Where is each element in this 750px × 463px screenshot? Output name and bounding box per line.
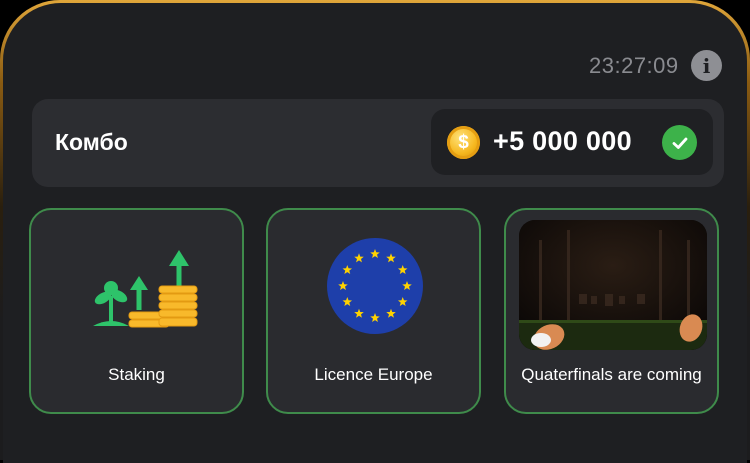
- video-thumbnail: [519, 220, 707, 350]
- staking-growth-icon: [89, 248, 199, 333]
- card-staking[interactable]: Staking: [29, 208, 244, 414]
- card-staking-label: Staking: [108, 365, 165, 384]
- main-panel: 23:27:09 i Комбо $ +5 000 000 Staking Li…: [3, 3, 747, 463]
- combo-reward: $ +5 000 000: [431, 109, 713, 175]
- eu-flag-icon: [327, 238, 423, 339]
- combo-bar: Комбо $ +5 000 000: [32, 99, 724, 187]
- card-quaterfinals[interactable]: Quaterfinals are coming: [504, 208, 719, 414]
- card-quaterfinals-label: Quaterfinals are coming: [521, 365, 702, 384]
- coin-icon: $: [447, 126, 480, 159]
- combo-reward-amount: +5 000 000: [493, 126, 632, 156]
- card-licence-europe-label: Licence Europe: [314, 365, 433, 384]
- countdown-timer: 23:27:09: [589, 53, 679, 78]
- card-licence-europe[interactable]: Licence Europe: [266, 208, 481, 414]
- combo-title: Комбо: [55, 129, 128, 155]
- check-icon: [662, 125, 697, 160]
- info-icon[interactable]: i: [691, 50, 722, 81]
